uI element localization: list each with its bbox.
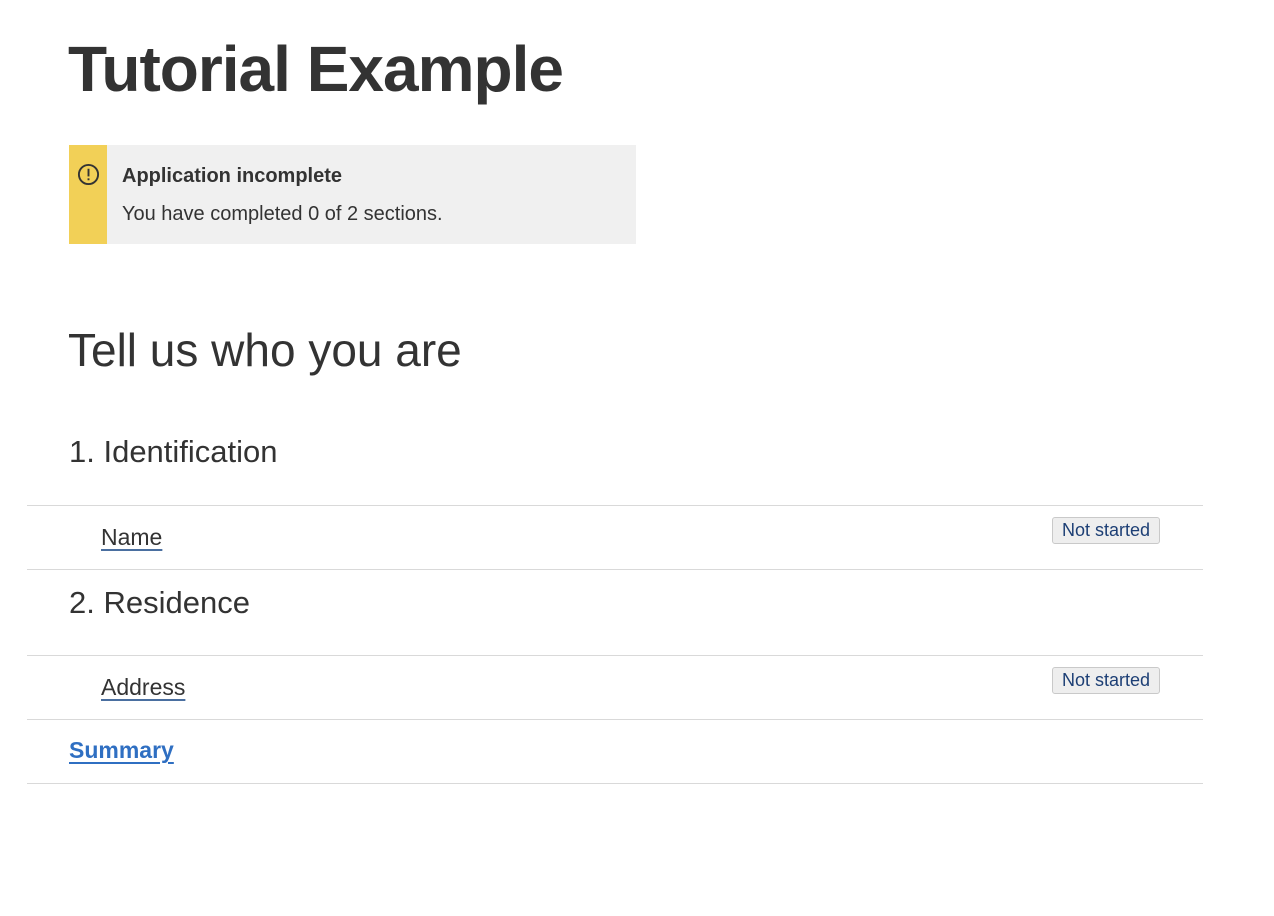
status-badge-address: Not started bbox=[1052, 667, 1160, 694]
status-panel-body: Application incomplete You have complete… bbox=[107, 145, 443, 244]
task-row-address: Address Not started bbox=[27, 655, 1203, 720]
status-panel-accent-bar bbox=[69, 145, 107, 244]
alert-circle-icon bbox=[77, 163, 100, 186]
task-link-address[interactable]: Address bbox=[101, 672, 185, 702]
status-panel-heading: Application incomplete bbox=[122, 165, 343, 187]
section-title: Tell us who you are bbox=[68, 324, 462, 376]
status-panel-message: You have completed 0 of 2 sections. bbox=[122, 203, 443, 225]
summary-link[interactable]: Summary bbox=[69, 735, 174, 765]
group-title-residence: 2. Residence bbox=[69, 585, 250, 620]
task-row-name: Name Not started bbox=[27, 505, 1203, 570]
status-panel: Application incomplete You have complete… bbox=[69, 145, 636, 244]
page-title: Tutorial Example bbox=[68, 33, 564, 105]
task-link-name[interactable]: Name bbox=[101, 522, 162, 552]
page: Tutorial Example Application incomplete … bbox=[0, 0, 1274, 916]
summary-row: Summary bbox=[27, 719, 1203, 784]
group-title-identification: 1. Identification bbox=[69, 434, 278, 469]
status-badge-name: Not started bbox=[1052, 517, 1160, 544]
